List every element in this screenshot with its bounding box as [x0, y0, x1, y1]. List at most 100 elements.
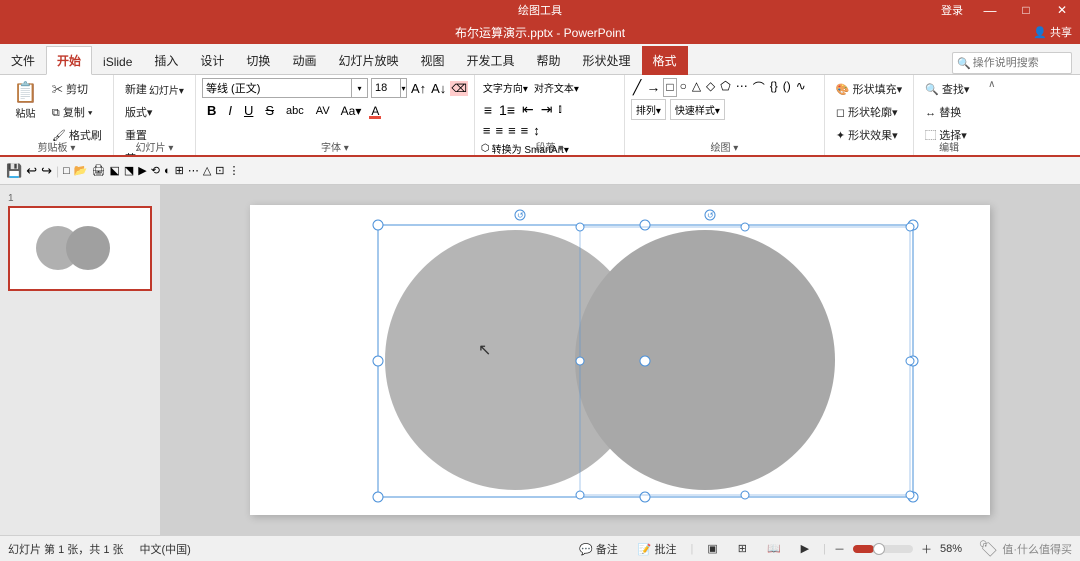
- layout-button[interactable]: 版式▾: [120, 101, 189, 123]
- login-button[interactable]: 登录: [932, 0, 972, 20]
- shape-paren[interactable]: (): [781, 78, 793, 97]
- numbering-button[interactable]: 1≡: [496, 100, 518, 120]
- quick-styles-button[interactable]: 快速样式▾: [670, 99, 725, 120]
- increase-indent-button[interactable]: ⇥: [538, 99, 556, 120]
- font-size-dropdown[interactable]: ▾: [400, 79, 406, 97]
- tab-design[interactable]: 设计: [189, 46, 235, 75]
- shape-diamond[interactable]: ◇: [704, 78, 717, 97]
- tab-developer[interactable]: 开发工具: [455, 46, 525, 75]
- qa-save[interactable]: 💾: [6, 163, 22, 179]
- shape-triangle[interactable]: △: [690, 78, 703, 97]
- qa-more3[interactable]: ⋯: [188, 164, 199, 177]
- qa-open[interactable]: 📂: [74, 164, 88, 177]
- columns-button[interactable]: ⫾: [556, 102, 563, 117]
- maximize-button[interactable]: □: [1008, 0, 1044, 20]
- qa-extra[interactable]: ⋮: [229, 164, 240, 177]
- underline-button[interactable]: U: [239, 100, 258, 121]
- italic-button[interactable]: I: [223, 100, 237, 121]
- qa-undo[interactable]: ↩: [26, 163, 37, 179]
- slide-canvas[interactable]: ↺ ↺: [250, 205, 990, 515]
- shape-fill-button[interactable]: 🎨 形状填充▾: [831, 78, 907, 100]
- qa-more1[interactable]: ⬕: [109, 164, 119, 177]
- zoom-handle[interactable]: [873, 543, 885, 555]
- collapse-ribbon[interactable]: ∧: [984, 75, 999, 155]
- qa-new[interactable]: □: [63, 165, 70, 177]
- slide-thumbnail[interactable]: [8, 206, 152, 291]
- line-spacing-button[interactable]: ↕: [531, 122, 542, 139]
- paste-button[interactable]: 📋 粘贴: [6, 78, 45, 125]
- tab-shape-process[interactable]: 形状处理: [572, 46, 642, 75]
- zoom-in-button[interactable]: ＋: [921, 541, 932, 557]
- slide-sorter-button[interactable]: ⊞: [732, 540, 753, 557]
- shape-effect-button[interactable]: ✦ 形状效果▾: [831, 124, 907, 146]
- clear-format-button[interactable]: ⌫: [450, 81, 468, 96]
- qa-play[interactable]: ▶: [138, 164, 146, 177]
- align-right-button[interactable]: ≡: [506, 122, 518, 139]
- notes-button[interactable]: 💬 备注: [573, 539, 624, 559]
- char-spacing-button[interactable]: AV: [311, 102, 335, 120]
- shape-pentagon[interactable]: ⬠: [718, 78, 732, 97]
- tab-home[interactable]: 开始: [46, 46, 92, 75]
- cut-button[interactable]: ✂ 剪切: [47, 78, 107, 100]
- tab-islide[interactable]: iSlide: [92, 49, 143, 75]
- font-family-input[interactable]: [203, 81, 351, 95]
- zoom-level[interactable]: 58%: [940, 543, 962, 555]
- shape-arc[interactable]: ⌒: [751, 78, 767, 97]
- bold-button[interactable]: B: [202, 100, 221, 121]
- font-size-box[interactable]: ▾: [371, 78, 407, 98]
- shape-circle[interactable]: ○: [678, 78, 689, 97]
- tab-animation[interactable]: 动画: [281, 46, 327, 75]
- align-left-button[interactable]: ≡: [481, 122, 493, 139]
- slideshow-button[interactable]: ▶: [795, 540, 815, 557]
- tab-slideshow[interactable]: 幻灯片放映: [327, 46, 409, 75]
- align-text-button[interactable]: 对齐文本▾: [532, 78, 581, 97]
- tab-format[interactable]: 格式: [642, 46, 688, 75]
- tab-file[interactable]: 文件: [0, 46, 46, 75]
- strikethrough-button[interactable]: S: [260, 100, 279, 121]
- zoom-slider[interactable]: [853, 545, 913, 553]
- tab-help[interactable]: 帮助: [526, 46, 572, 75]
- increase-font-button[interactable]: A↑: [410, 80, 427, 97]
- shape-curve[interactable]: ∿: [794, 78, 808, 97]
- close-button[interactable]: ✕: [1044, 0, 1080, 20]
- decrease-indent-button[interactable]: ⇤: [519, 99, 537, 120]
- text-direction-button[interactable]: 文字方向▾: [481, 78, 530, 97]
- justify-button[interactable]: ≡: [519, 122, 531, 139]
- bullets-button[interactable]: ≡: [481, 100, 495, 120]
- tab-view[interactable]: 视图: [409, 46, 455, 75]
- qa-half[interactable]: ◐: [164, 165, 171, 177]
- shape-line[interactable]: ╱: [631, 78, 643, 97]
- replace-button[interactable]: ↔ 替换: [920, 101, 974, 123]
- font-color-button[interactable]: A: [367, 102, 383, 120]
- shape-outline-button[interactable]: ◻ 形状轮廓▾: [831, 101, 907, 123]
- new-slide-button[interactable]: 新建 幻灯片▾: [120, 78, 189, 100]
- share-icon[interactable]: 👤 共享: [1033, 24, 1072, 40]
- shadow-button[interactable]: abc: [281, 102, 309, 120]
- arrange-button[interactable]: 排列▾: [631, 99, 666, 120]
- shape-arrow[interactable]: →: [644, 78, 662, 97]
- font-size-input[interactable]: [372, 81, 400, 95]
- normal-view-button[interactable]: ▣: [701, 540, 723, 557]
- zoom-out-button[interactable]: －: [834, 541, 845, 557]
- tab-insert[interactable]: 插入: [143, 46, 189, 75]
- font-family-dropdown[interactable]: ▾: [351, 79, 367, 97]
- tab-transition[interactable]: 切换: [235, 46, 281, 75]
- reading-view-button[interactable]: 📖: [761, 540, 787, 557]
- qa-shapes[interactable]: △: [203, 164, 211, 177]
- qa-replay[interactable]: ⟲: [151, 164, 160, 177]
- shape-rect[interactable]: □: [663, 78, 676, 97]
- shape-brace[interactable]: {}: [768, 78, 780, 97]
- qa-grid[interactable]: ⊞: [175, 164, 184, 177]
- decrease-font-button[interactable]: A↓: [430, 80, 447, 97]
- find-button[interactable]: 🔍 查找▾: [920, 78, 974, 100]
- qa-print[interactable]: 🖨: [91, 164, 105, 177]
- shape-more[interactable]: ⋯: [734, 78, 750, 97]
- comments-button[interactable]: 📝 批注: [632, 539, 683, 559]
- qa-more2[interactable]: ⬔: [124, 164, 134, 177]
- qa-table[interactable]: ⊡: [215, 164, 224, 177]
- minimize-button[interactable]: —: [972, 0, 1008, 20]
- qa-redo[interactable]: ↪: [41, 163, 52, 179]
- align-center-button[interactable]: ≡: [493, 122, 505, 139]
- copy-button[interactable]: ⧉ 复制 ▾: [47, 101, 107, 123]
- font-size-aa-button[interactable]: Aa▾: [337, 102, 366, 120]
